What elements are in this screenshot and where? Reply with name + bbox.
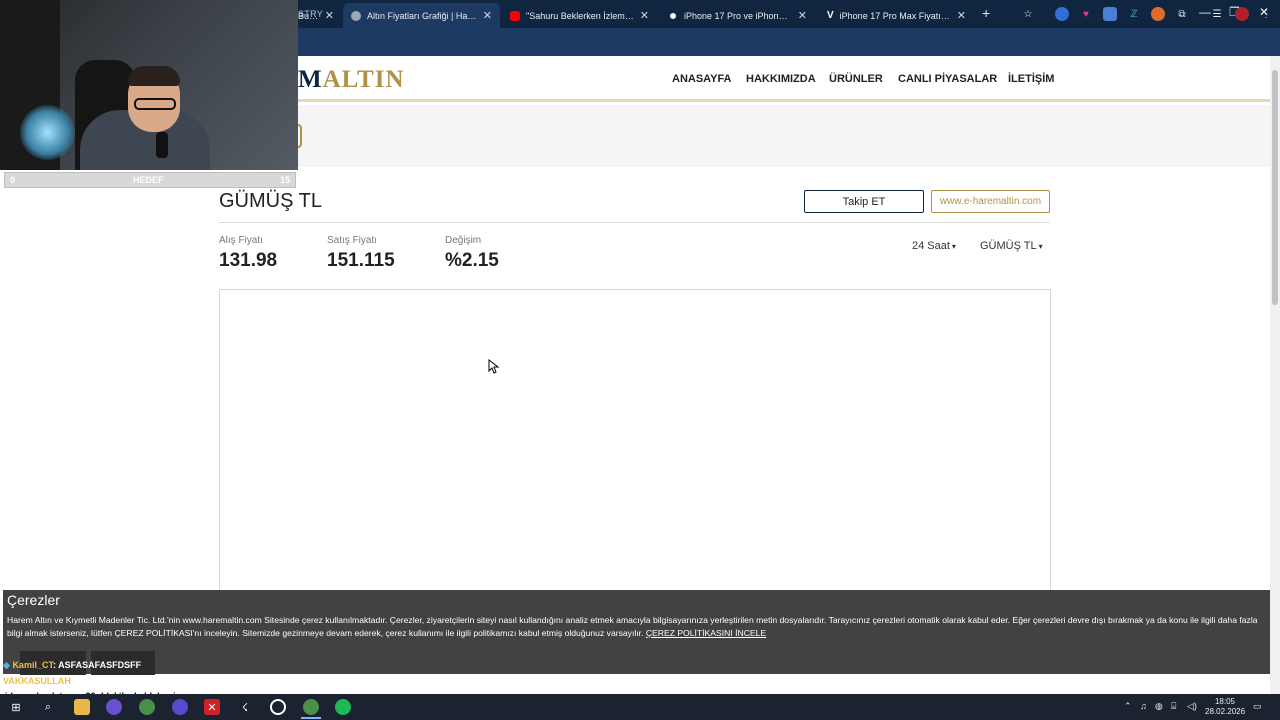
app-icon[interactable]: ☇ [237, 699, 253, 715]
site-icon [668, 10, 678, 21]
puzzle-icon[interactable]: ⧉ [1175, 7, 1189, 21]
goal-min: 0 [10, 175, 16, 185]
page-title: GÜMÜŞ TL [219, 190, 322, 212]
price-chart-area[interactable] [219, 289, 1051, 609]
period-dropdown[interactable]: 24 Saat [912, 240, 956, 252]
file-explorer-icon[interactable] [74, 699, 90, 715]
media-icon[interactable]: ☰ [1210, 7, 1224, 21]
sell-price-value: 151.115 [327, 250, 395, 271]
tray-chevron-icon[interactable]: ⌃ [1124, 701, 1132, 712]
extension-icon[interactable]: ♥ [1079, 7, 1093, 21]
headset-icon[interactable]: ♫ [1140, 701, 1147, 711]
spotify-icon[interactable] [335, 699, 351, 715]
url-text[interactable]: STRY [298, 9, 323, 19]
goal-label: HEDEF [133, 175, 164, 185]
new-tab-button[interactable]: + [982, 5, 990, 21]
nav-hakkimizda[interactable]: HAKKIMIZDA [746, 73, 816, 85]
nav-anasayfa[interactable]: ANASAYFA [672, 73, 732, 85]
buy-price-value: 131.98 [219, 250, 278, 271]
steam-icon[interactable]: ◍ [1155, 701, 1163, 712]
globe-icon [351, 10, 361, 21]
sell-price-label: Satış Fiyatı [327, 235, 378, 246]
cookie-banner: Çerezler Harem Altın ve Kıymetli Madenle… [3, 590, 1270, 674]
close-icon[interactable]: ✕ [957, 9, 966, 22]
divider [219, 222, 1050, 223]
chrome-icon[interactable] [303, 699, 319, 715]
cookie-text: Harem Altın ve Kıymetli Madenler Tic. Lt… [7, 615, 1258, 638]
tab-iphone-17-pro[interactable]: iPhone 17 Pro ve iPhone 17 Pro ✕ [660, 3, 815, 28]
cookie-title: Çerezler [7, 592, 60, 608]
v-logo-icon: V [827, 10, 834, 21]
nav-canli-piyasalar[interactable]: CANLI PİYASALAR [898, 73, 997, 85]
close-app-icon[interactable]: ✕ [204, 699, 220, 715]
windows-taskbar [0, 694, 1280, 720]
youtube-icon [510, 10, 520, 21]
app-icon[interactable] [106, 699, 122, 715]
badge-icon: ◆ [3, 660, 10, 670]
nav-iletisim[interactable]: İLETİŞİM [1008, 73, 1054, 85]
more-menu-icon[interactable]: ⋮ [1259, 7, 1273, 21]
cookie-policy-link[interactable]: ÇEREZ POLİTİKASINI İNCELE [646, 628, 766, 638]
discord-icon[interactable] [172, 699, 188, 715]
close-icon[interactable]: ✕ [325, 9, 334, 22]
site-logo[interactable]: MALTIN [298, 66, 405, 94]
follow-button[interactable]: Takip ET [804, 190, 924, 213]
close-icon[interactable]: ✕ [640, 9, 649, 22]
translate-icon[interactable] [1103, 7, 1117, 21]
website-button[interactable]: www.e-haremaltin.com [931, 190, 1050, 213]
goal-max: 15 [279, 175, 290, 185]
extension-icon[interactable] [1151, 7, 1165, 21]
goal-progress-bar: 0 HEDEF 15 [4, 172, 296, 188]
chat-message: VAKKASULLAH : DISLERIN BOLE SIMSIYAH OLU… [3, 676, 238, 686]
active-app-indicator [301, 717, 321, 719]
tab-iphone-17-pro-max[interactable]: V iPhone 17 Pro Max Fiyatı ve Öz ✕ [819, 3, 974, 28]
close-icon[interactable]: ✕ [483, 9, 492, 22]
windows-start-icon[interactable]: ⊞ [8, 699, 24, 715]
chat-message: ◆ Kamil_CT: ASFASAFASFDSFF [3, 660, 142, 670]
network-icon[interactable]: ⌸ [1171, 701, 1176, 712]
webcam-overlay [0, 0, 298, 170]
search-icon[interactable]: ⌕ [40, 699, 56, 715]
change-label: Değişim [445, 235, 482, 246]
close-icon[interactable]: ✕ [798, 9, 807, 22]
asset-dropdown[interactable]: GÜMÜŞ TL [980, 240, 1043, 252]
bookmark-star-icon[interactable]: ☆ [1021, 7, 1035, 21]
avatar[interactable] [1235, 7, 1249, 21]
nav-urunler[interactable]: ÜRÜNLER [829, 73, 883, 85]
notification-icon[interactable]: ▭ [1253, 701, 1262, 712]
buy-price-label: Alış Fiyatı [219, 235, 263, 246]
mouse-cursor-icon [488, 359, 500, 374]
extension-icon[interactable] [1055, 7, 1069, 21]
tab-youtube[interactable]: "Sahuru Beklerken İzlemelik Edi ✕ [502, 3, 657, 28]
obs-icon[interactable] [270, 699, 286, 715]
volume-icon[interactable]: ◁) [1187, 701, 1197, 712]
extension-icon[interactable]: ℤ [1127, 7, 1141, 21]
chrome-icon[interactable] [139, 699, 155, 715]
microphone-icon [156, 132, 168, 158]
change-value: %2.15 [445, 250, 499, 271]
taskbar-clock[interactable]: 18:05 28.02.2026 [1205, 697, 1245, 717]
scrollbar-thumb[interactable] [1272, 70, 1278, 305]
tab-altin-fiyatlari[interactable]: Altın Fiyatları Grafiği | Harem Al ✕ [343, 3, 500, 28]
